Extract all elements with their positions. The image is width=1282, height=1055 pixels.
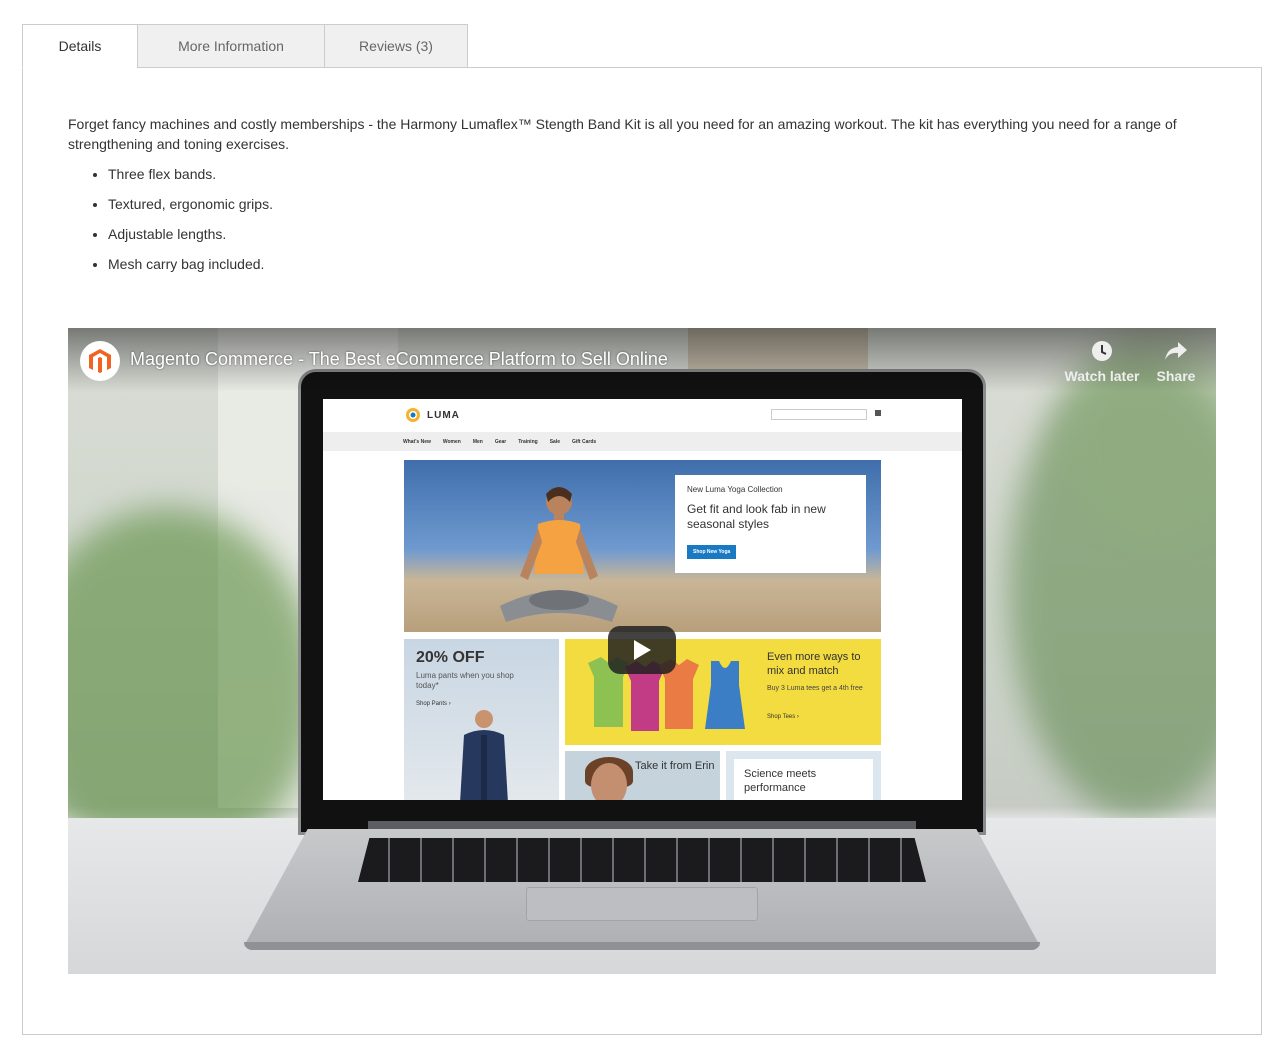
mini-cart-icon: [875, 410, 881, 416]
yoga-model-image: [500, 487, 618, 622]
luma-nav-item: Men: [472, 438, 483, 445]
tab-more-information[interactable]: More Information: [137, 24, 325, 68]
luma-nav: What's New Women Men Gear Training Sale …: [323, 432, 962, 451]
details-panel: Forget fancy machines and costly members…: [22, 67, 1262, 1035]
luma-nav-item: Gear: [494, 438, 507, 445]
clock-icon: [1092, 341, 1112, 361]
luma-logo-icon: [406, 408, 420, 422]
mini-search-box: [771, 409, 867, 420]
video-header: Magento Commerce - The Best eCommerce Pl…: [68, 328, 1216, 392]
male-model-image: [460, 710, 508, 800]
promo-pants-subtext: Luma pants when you shop today*: [416, 671, 514, 690]
luma-nav-item: Women: [442, 438, 461, 445]
promo-pants-link: Shop Pants ›: [416, 701, 451, 707]
hero-banner: New Luma Yoga Collection Get fit and loo…: [404, 460, 881, 632]
video-title[interactable]: Magento Commerce - The Best eCommerce Pl…: [130, 349, 668, 370]
promo-pants: 20% OFF Luma pants when you shop today* …: [404, 639, 559, 800]
shop-new-yoga-button: Shop New Yoga: [687, 545, 737, 559]
share-label: Share: [1156, 368, 1196, 384]
watch-later-label: Watch later: [1064, 368, 1140, 384]
hero-kicker: New Luma Yoga Collection: [687, 485, 783, 494]
tab-reviews[interactable]: Reviews (3): [324, 24, 468, 68]
magento-logo-glyph: [89, 349, 111, 373]
erin-face: [591, 763, 627, 800]
promo-erin: Take it from Erin: [565, 751, 720, 800]
feature-item: Mesh carry bag included.: [108, 254, 273, 284]
video-player[interactable]: LUMA What's New Women Men Gear Training …: [68, 328, 1216, 974]
play-icon: [634, 640, 651, 660]
feature-item: Textured, ergonomic grips.: [108, 194, 273, 224]
tab-details[interactable]: Details: [22, 24, 138, 68]
feature-item: Three flex bands.: [108, 164, 273, 194]
share-button[interactable]: Share: [1154, 340, 1198, 384]
share-icon: [1165, 342, 1187, 360]
laptop-base-edge: [244, 942, 1040, 950]
promo-pants-heading: 20% OFF: [416, 649, 485, 666]
promo-tees-link: Shop Tees ›: [767, 714, 799, 720]
laptop-trackpad: [526, 887, 758, 921]
promo-science: Science meets performance: [726, 751, 881, 800]
promo-erin-heading: Take it from Erin: [635, 760, 715, 772]
feature-list: Three flex bands. Textured, ergonomic gr…: [68, 164, 273, 284]
product-tabs: Details More Information Reviews (3): [22, 24, 468, 68]
luma-nav-item: Sale: [549, 438, 560, 445]
laptop-keyboard: [358, 838, 926, 882]
promo-science-heading: Science meets performance: [734, 759, 873, 800]
watch-later-button[interactable]: Watch later: [1064, 340, 1140, 384]
play-button[interactable]: [608, 626, 676, 674]
promo-tees-heading: Even more ways to mix and match: [767, 651, 861, 677]
luma-logo: LUMA: [405, 407, 460, 423]
laptop-screen: LUMA What's New Women Men Gear Training …: [323, 399, 962, 800]
feature-item: Adjustable lengths.: [108, 224, 273, 254]
luma-nav-item: Training: [518, 438, 538, 445]
hero-card: New Luma Yoga Collection Get fit and loo…: [675, 475, 866, 573]
luma-nav-item: Gift Cards: [571, 438, 597, 445]
product-description: Forget fancy machines and costly members…: [68, 116, 1177, 152]
promo-tees-subtext: Buy 3 Luma tees get a 4th free: [767, 685, 863, 692]
magento-logo-icon[interactable]: [80, 341, 120, 381]
hero-heading: Get fit and look fab in new seasonal sty…: [687, 502, 826, 531]
luma-brand-text: LUMA: [427, 409, 460, 421]
luma-nav-item: What's New: [403, 438, 431, 445]
